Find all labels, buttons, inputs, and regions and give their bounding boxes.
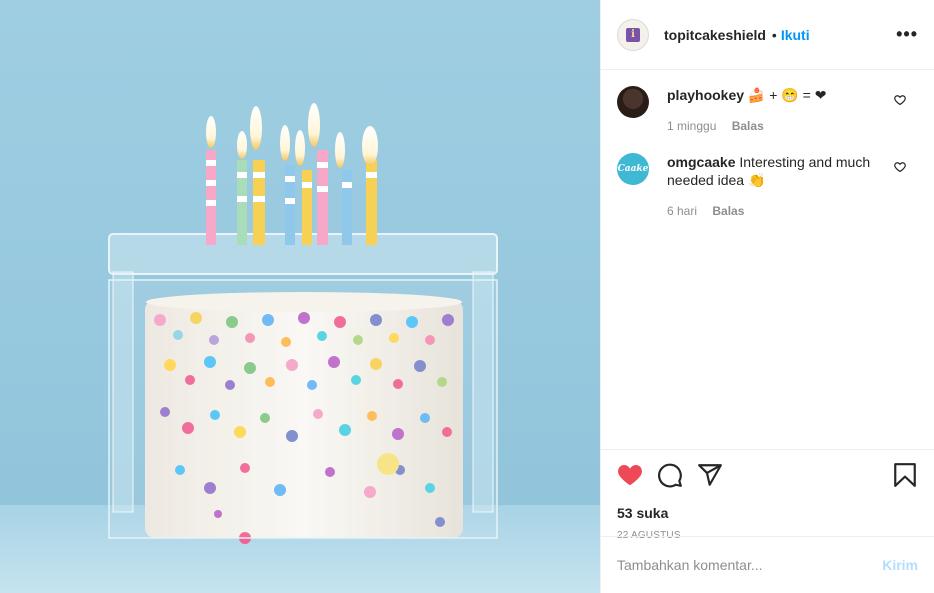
comment-icon[interactable] — [657, 462, 683, 488]
heart-outline-icon[interactable] — [894, 161, 906, 173]
post-header: i topitcakeshield • Ikuti ••• — [601, 0, 934, 70]
post-sidebar: i topitcakeshield • Ikuti ••• playhookey… — [600, 0, 934, 593]
send-comment-button[interactable]: Kirim — [882, 557, 918, 573]
likes-count[interactable]: 53 suka — [617, 505, 918, 521]
author-avatar[interactable]: i — [617, 18, 649, 51]
separator-dot: • — [771, 26, 777, 43]
commenter-avatar[interactable]: Caake — [617, 153, 649, 185]
follow-button[interactable]: Ikuti — [781, 27, 810, 43]
commenter-username[interactable]: omgcaake — [667, 154, 735, 170]
reply-button[interactable]: Balas — [732, 119, 764, 133]
add-comment-bar: Kirim — [601, 536, 934, 593]
comment-time[interactable]: 1 minggu — [667, 119, 716, 133]
comment-time[interactable]: 6 hari — [667, 204, 697, 218]
author-username[interactable]: topitcakeshield — [664, 27, 766, 43]
post-actions: 53 suka 22 AGUSTUS — [601, 449, 934, 541]
instagram-post: i topitcakeshield • Ikuti ••• playhookey… — [0, 0, 934, 593]
author-avatar-logo: i — [626, 27, 640, 42]
comment-input[interactable] — [617, 557, 883, 573]
comments-list: playhookey 🍰 + 😁 = ❤ 1 minggu Balas Caak… — [601, 70, 934, 220]
post-image[interactable] — [0, 0, 600, 593]
comment-item: Caake omgcaake Interesting and much need… — [617, 153, 918, 220]
cake-photo — [0, 0, 600, 593]
heart-filled-icon[interactable] — [617, 462, 643, 488]
share-icon[interactable] — [697, 462, 723, 488]
reply-button[interactable]: Balas — [712, 204, 744, 218]
commenter-username[interactable]: playhookey — [667, 87, 744, 103]
more-horizontal-icon[interactable]: ••• — [896, 24, 918, 45]
comment-text: 🍰 + 😁 = ❤ — [747, 87, 827, 103]
commenter-avatar[interactable] — [617, 86, 649, 118]
heart-outline-icon[interactable] — [894, 94, 906, 106]
comment-item: playhookey 🍰 + 😁 = ❤ 1 minggu Balas — [617, 86, 918, 135]
bookmark-icon[interactable] — [892, 462, 918, 488]
